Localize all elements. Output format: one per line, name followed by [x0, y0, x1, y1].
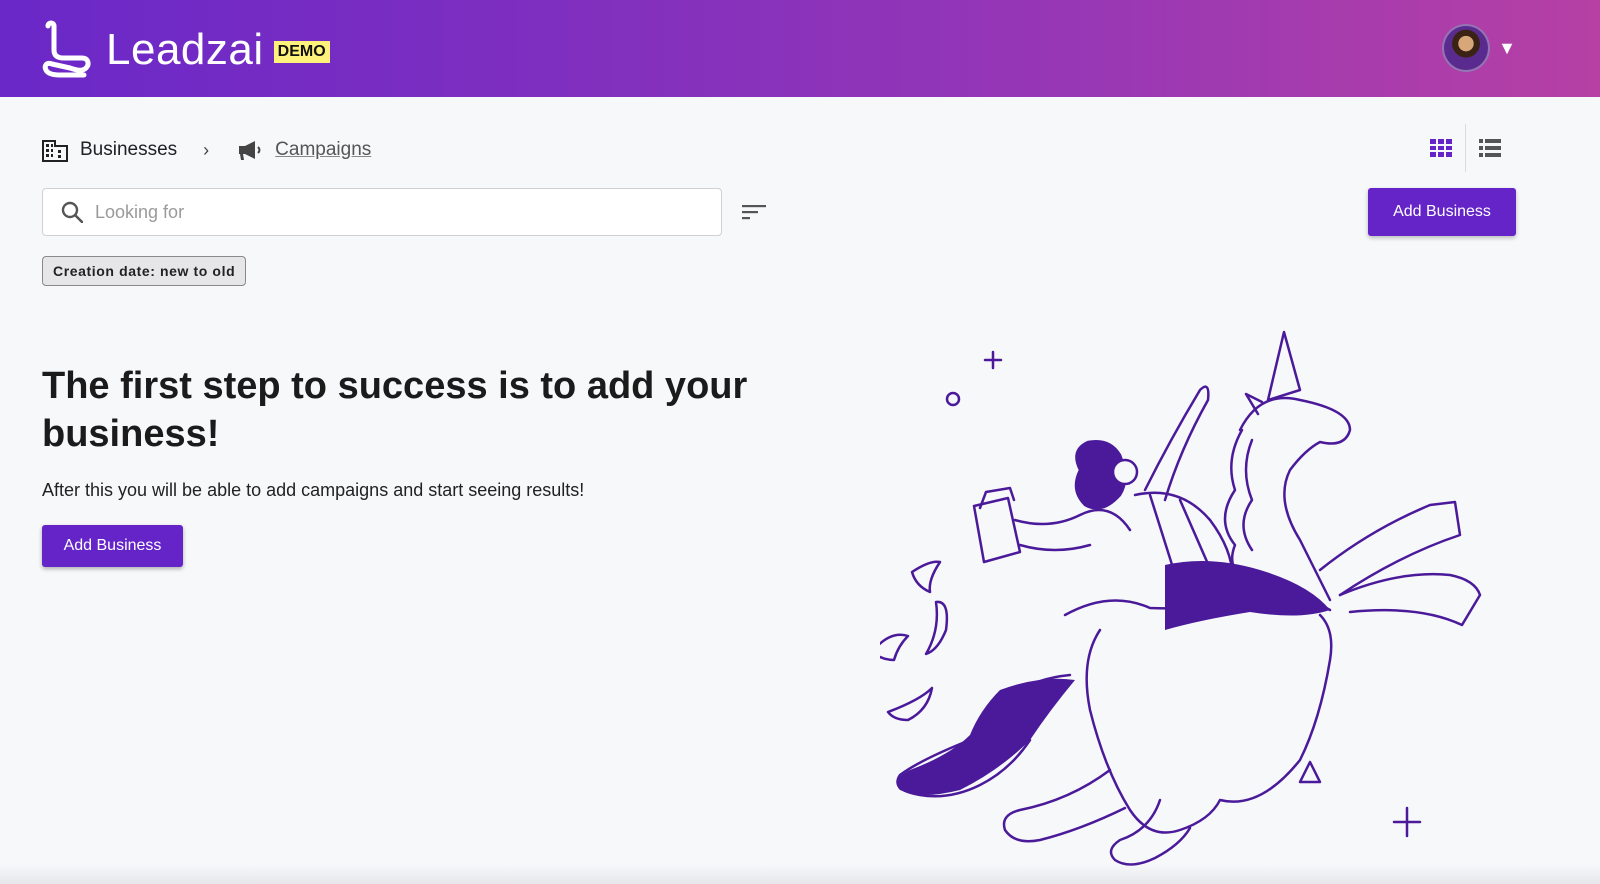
list-view-icon: [1479, 139, 1501, 157]
brand-name: Leadzai: [106, 25, 264, 74]
page-bottom-shadow: [0, 864, 1600, 884]
chevron-right-icon: ›: [203, 139, 210, 160]
building-icon: [42, 140, 68, 162]
empty-state-title: The first step to success is to add your…: [42, 365, 748, 455]
grid-view-button[interactable]: [1417, 124, 1465, 172]
search-icon: [61, 201, 83, 223]
view-toggle-group: [1417, 124, 1514, 172]
unicorn-illustration: [880, 330, 1482, 866]
demo-badge: DEMO: [273, 41, 330, 63]
user-menu[interactable]: ▼: [1442, 24, 1516, 72]
sort-button[interactable]: [740, 198, 768, 226]
search-input[interactable]: [95, 201, 655, 223]
breadcrumb: Businesses › Campaigns: [42, 134, 371, 166]
top-header: Leadzai DEMO ▼: [0, 0, 1600, 97]
megaphone-icon: [239, 141, 261, 160]
brand-logo[interactable]: Leadzai DEMO: [40, 20, 330, 78]
empty-state-subtitle: After this you will be able to add campa…: [42, 480, 585, 500]
leadzai-logo-icon: [42, 20, 91, 78]
avatar[interactable]: [1442, 24, 1491, 72]
breadcrumb-campaigns[interactable]: Campaigns: [237, 139, 371, 161]
breadcrumb-link-campaigns[interactable]: Campaigns: [275, 139, 371, 161]
breadcrumb-label-businesses: Businesses: [80, 139, 178, 160]
breadcrumb-businesses: Businesses: [42, 138, 177, 162]
list-view-button[interactable]: [1466, 124, 1514, 172]
user-menu-caret-icon[interactable]: ▼: [1498, 38, 1516, 59]
search-box: [42, 188, 722, 236]
sort-filter-chip[interactable]: Creation date: new to old: [42, 256, 247, 286]
grid-view-icon: [1430, 139, 1452, 157]
add-business-cta-button[interactable]: Add Business: [42, 525, 183, 567]
add-business-button[interactable]: Add Business: [1368, 188, 1516, 236]
sort-icon: [742, 205, 766, 220]
